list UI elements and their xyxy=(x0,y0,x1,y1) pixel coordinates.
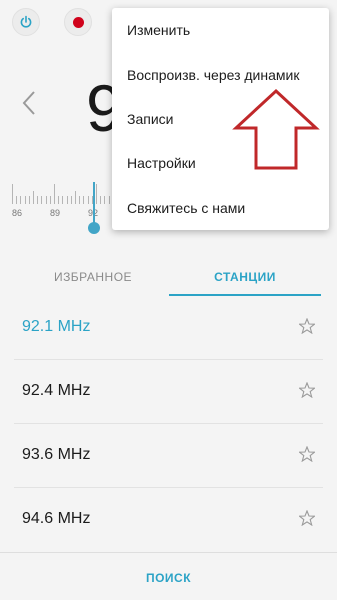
dial-tick xyxy=(58,196,60,204)
dial-tick xyxy=(49,196,51,204)
dial-tick xyxy=(62,196,64,204)
dial-tick xyxy=(66,196,68,204)
power-button[interactable] xyxy=(12,8,40,36)
star-icon[interactable] xyxy=(299,510,315,526)
dial-tick xyxy=(100,196,102,204)
dial-tick xyxy=(75,191,76,204)
dial-tick xyxy=(41,196,43,204)
power-icon xyxy=(20,15,32,28)
station-label: 94.6 MHz xyxy=(22,510,91,527)
dial-tick xyxy=(70,196,72,204)
dial-tick xyxy=(12,184,13,204)
dial-tick xyxy=(28,196,30,204)
list-item[interactable]: 94.6 MHz xyxy=(14,488,323,552)
dial-tick xyxy=(54,184,55,204)
dial-tick xyxy=(104,196,106,204)
star-icon[interactable] xyxy=(299,446,315,462)
list-item[interactable]: 93.6 MHz xyxy=(14,424,323,488)
up-arrow-annotation-icon xyxy=(232,88,320,170)
menu-item-edit[interactable]: Изменить xyxy=(112,8,329,52)
dial-tick xyxy=(45,196,47,204)
tuning-needle[interactable] xyxy=(93,182,95,224)
station-label: 92.4 MHz xyxy=(22,382,91,399)
record-icon xyxy=(72,16,84,28)
station-label: 92.1 MHz xyxy=(22,318,91,335)
list-item[interactable]: 92.1 MHz xyxy=(14,296,323,360)
dial-tick xyxy=(16,196,18,204)
dial-tick xyxy=(33,191,34,204)
tuning-knob[interactable] xyxy=(88,222,100,234)
station-list: 92.1 MHz 92.4 MHz 93.6 MHz 94.6 MHz xyxy=(0,296,337,552)
list-item[interactable]: 92.4 MHz xyxy=(14,360,323,424)
dial-tick xyxy=(108,196,110,204)
chevron-left-icon[interactable] xyxy=(22,90,36,116)
menu-item-contact[interactable]: Свяжитесь с нами xyxy=(112,186,329,230)
star-icon[interactable] xyxy=(299,318,315,334)
dial-tick xyxy=(87,196,89,204)
record-button[interactable] xyxy=(64,8,92,36)
dial-tick xyxy=(83,196,85,204)
dial-label-86: 86 xyxy=(11,208,23,218)
dial-label-89: 89 xyxy=(49,208,61,218)
dial-tick xyxy=(37,196,39,204)
station-label: 93.6 MHz xyxy=(22,446,91,463)
search-button[interactable]: ПОИСК xyxy=(146,571,191,585)
bottom-bar: ПОИСК xyxy=(0,552,337,600)
tab-stations[interactable]: СТАНЦИИ xyxy=(169,262,321,296)
tab-bar: ИЗБРАННОЕ СТАНЦИИ xyxy=(17,262,321,296)
dial-tick xyxy=(20,196,22,204)
dial-tick xyxy=(24,196,26,204)
tab-favorites[interactable]: ИЗБРАННОЕ xyxy=(17,262,169,296)
star-icon[interactable] xyxy=(299,382,315,398)
dial-tick xyxy=(96,184,97,204)
dial-tick xyxy=(79,196,81,204)
